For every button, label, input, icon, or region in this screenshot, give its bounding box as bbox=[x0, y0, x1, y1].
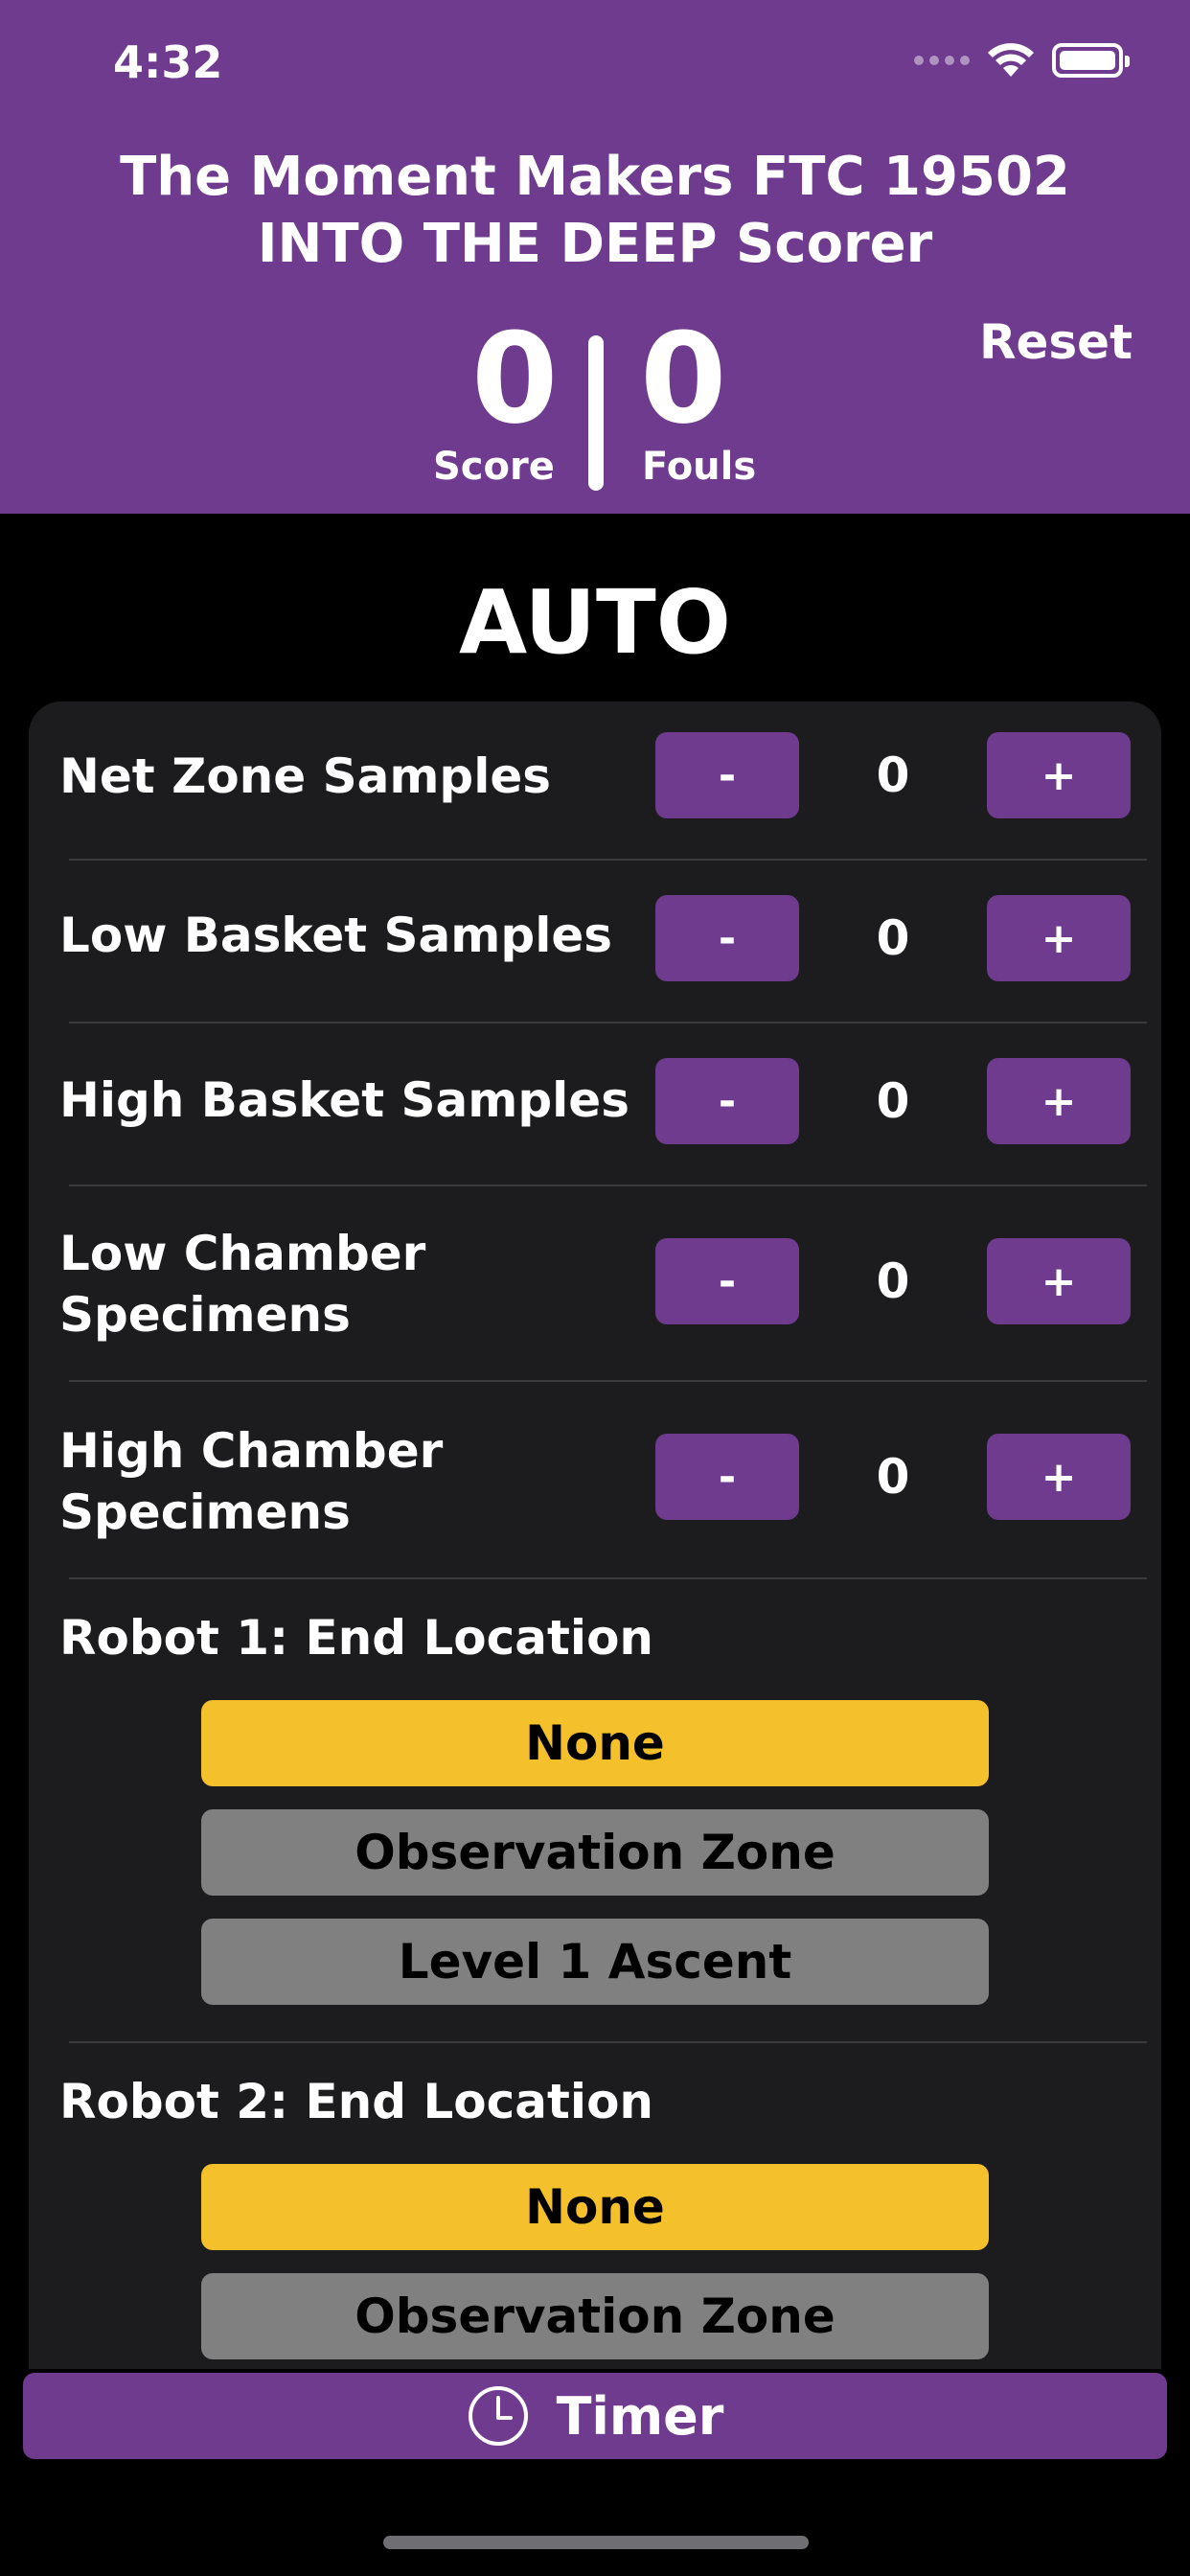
fouls-value: 0 bbox=[640, 306, 727, 451]
decrement-button[interactable]: - bbox=[655, 1058, 799, 1144]
timer-button[interactable]: Timer bbox=[23, 2373, 1167, 2459]
wifi-icon bbox=[988, 43, 1034, 77]
counter-value: 0 bbox=[876, 1073, 910, 1129]
robot2-option-none[interactable]: None bbox=[201, 2164, 989, 2250]
counter-label-line2: Specimens bbox=[59, 1287, 351, 1343]
counter-row-low-chamber: Low Chamber Specimens - 0 + bbox=[29, 1186, 1161, 1380]
counter-row-net-zone: Net Zone Samples - 0 + bbox=[29, 702, 1161, 857]
counter-label: High Chamber Specimens bbox=[59, 1420, 443, 1543]
increment-button[interactable]: + bbox=[987, 895, 1131, 981]
fouls-label: Fouls bbox=[642, 445, 757, 489]
app-title: The Moment Makers FTC 19502 INTO THE DEE… bbox=[0, 144, 1190, 278]
decrement-button[interactable]: - bbox=[655, 895, 799, 981]
decrement-button[interactable]: - bbox=[655, 1238, 799, 1324]
counter-label-line2: Specimens bbox=[59, 1484, 351, 1540]
counter-label: Low Basket Samples bbox=[59, 908, 613, 963]
home-indicator[interactable] bbox=[383, 2536, 809, 2549]
scoring-card: Net Zone Samples - 0 + Low Basket Sample… bbox=[29, 702, 1161, 2369]
status-time: 4:32 bbox=[113, 36, 223, 88]
robot2-option-observation-zone[interactable]: Observation Zone bbox=[201, 2273, 989, 2359]
robot1-end-location-label: Robot 1: End Location bbox=[59, 1610, 654, 1666]
increment-button[interactable]: + bbox=[987, 1238, 1131, 1324]
clock-icon bbox=[468, 2386, 528, 2446]
counter-label: Low Chamber Specimens bbox=[59, 1223, 425, 1346]
header: 4:32 The Moment Makers FTC 19502 INTO TH… bbox=[0, 0, 1190, 514]
status-icons bbox=[914, 42, 1130, 79]
section-title: AUTO bbox=[458, 571, 732, 674]
increment-button[interactable]: + bbox=[987, 1434, 1131, 1520]
counter-value: 0 bbox=[876, 1449, 910, 1505]
robot1-option-none[interactable]: None bbox=[201, 1700, 989, 1786]
robot1-option-observation-zone[interactable]: Observation Zone bbox=[201, 1809, 989, 1896]
counter-value: 0 bbox=[876, 748, 910, 803]
robot1-option-level1-ascent[interactable]: Level 1 Ascent bbox=[201, 1919, 989, 2005]
counter-row-high-chamber: High Chamber Specimens - 0 + bbox=[29, 1382, 1161, 1577]
app-title-line2: INTO THE DEEP Scorer bbox=[257, 213, 933, 275]
counter-value: 0 bbox=[876, 1254, 910, 1309]
counter-label-line1: Low Chamber bbox=[59, 1226, 426, 1281]
counter-label: Net Zone Samples bbox=[59, 748, 552, 804]
section-divider bbox=[69, 2041, 1147, 2043]
reset-button[interactable]: Reset bbox=[979, 314, 1133, 370]
app-title-line1: The Moment Makers FTC 19502 bbox=[120, 146, 1070, 208]
score-divider bbox=[588, 335, 604, 491]
timer-label: Timer bbox=[556, 2385, 724, 2447]
cellular-signal-icon bbox=[914, 56, 970, 65]
decrement-button[interactable]: - bbox=[655, 1434, 799, 1520]
counter-value: 0 bbox=[876, 910, 910, 966]
score-value: 0 bbox=[471, 306, 559, 451]
counter-row-low-basket: Low Basket Samples - 0 + bbox=[29, 861, 1161, 1022]
row-divider bbox=[69, 1577, 1147, 1579]
decrement-button[interactable]: - bbox=[655, 732, 799, 818]
counter-label-line1: High Chamber bbox=[59, 1423, 444, 1479]
battery-icon bbox=[1052, 43, 1130, 78]
counter-row-high-basket: High Basket Samples - 0 + bbox=[29, 1024, 1161, 1184]
increment-button[interactable]: + bbox=[987, 1058, 1131, 1144]
screen: 4:32 The Moment Makers FTC 19502 INTO TH… bbox=[0, 0, 1190, 2576]
counter-label: High Basket Samples bbox=[59, 1072, 629, 1128]
robot2-end-location-label: Robot 2: End Location bbox=[59, 2074, 654, 2129]
increment-button[interactable]: + bbox=[987, 732, 1131, 818]
score-label: Score bbox=[433, 445, 555, 489]
